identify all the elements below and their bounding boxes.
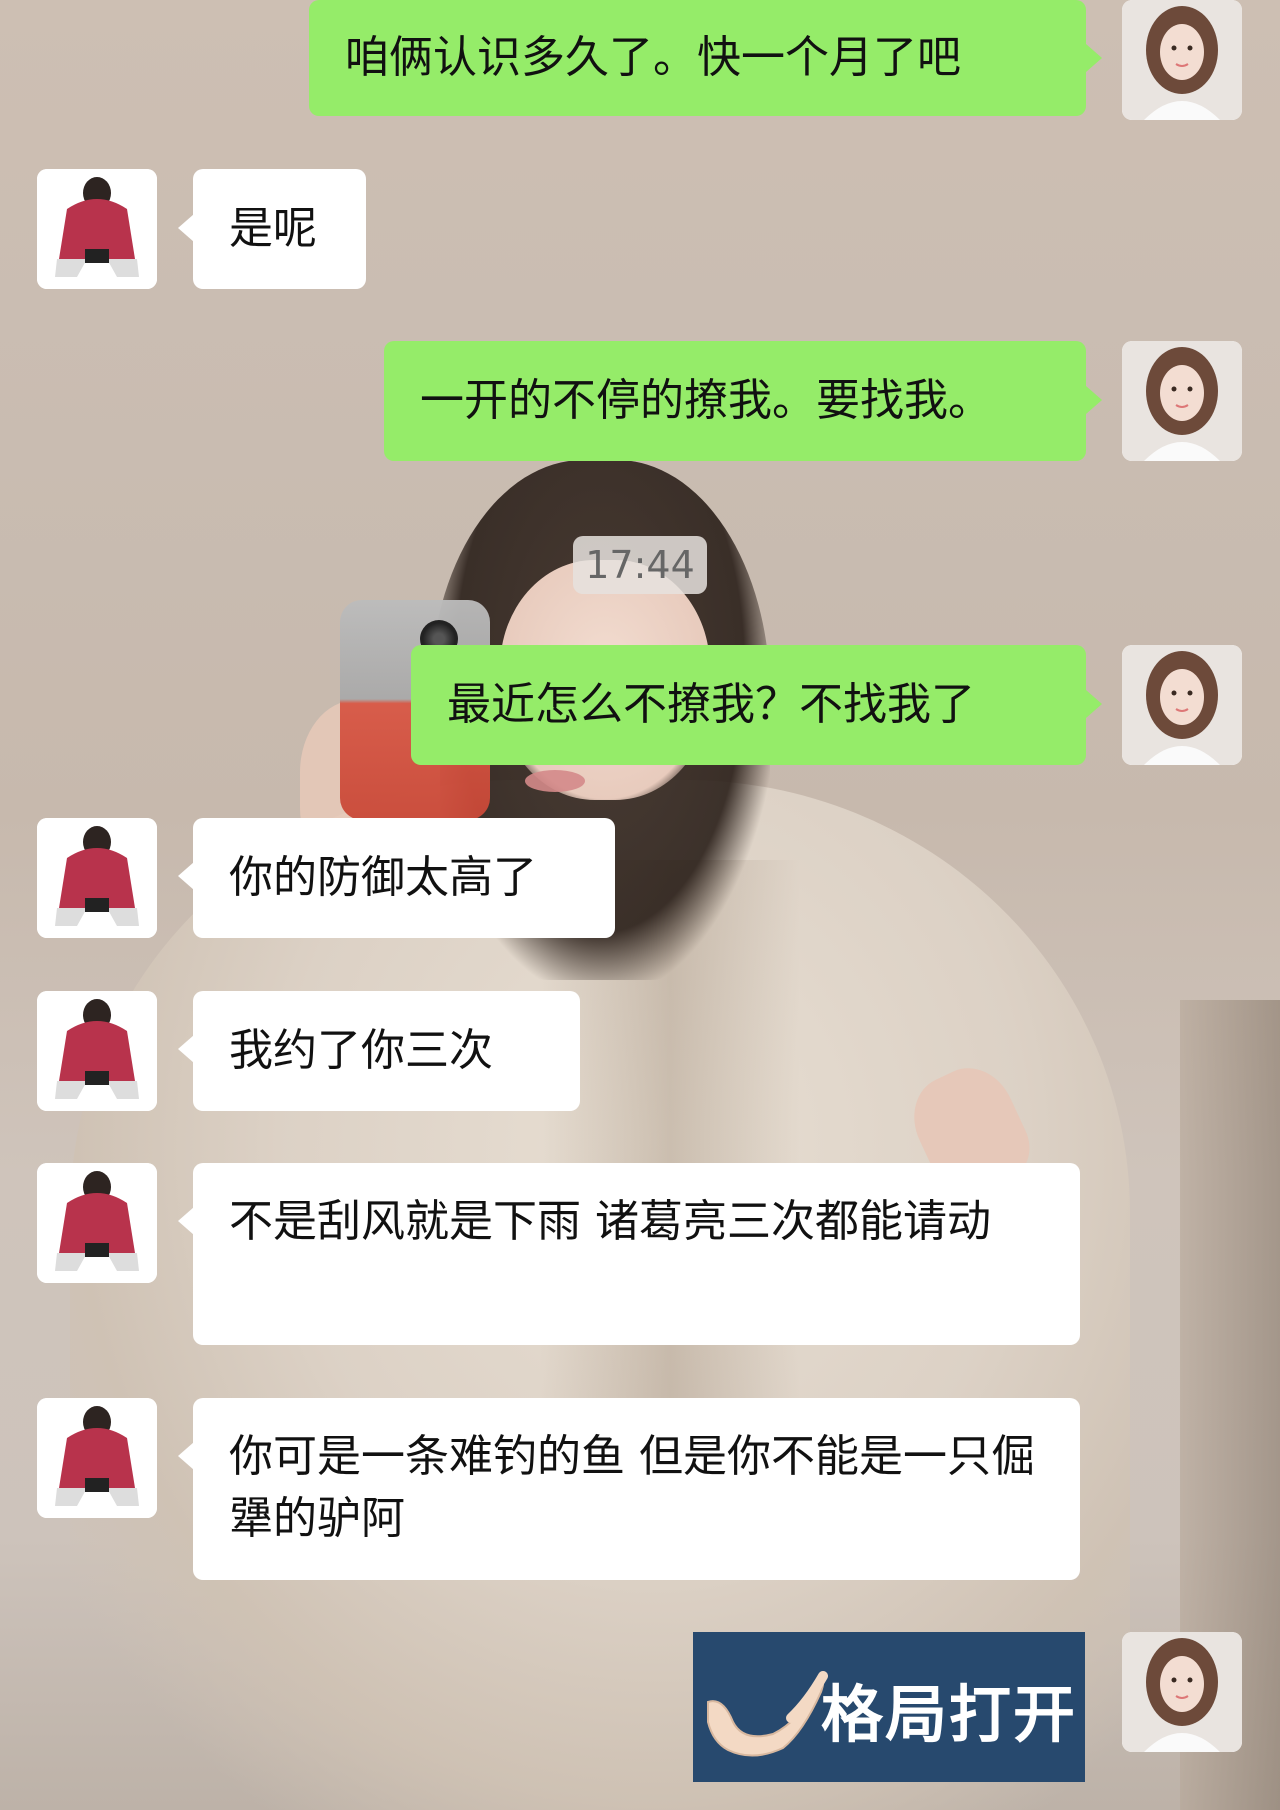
crouching-hoodie-avatar-icon <box>37 1163 157 1283</box>
crouching-hoodie-avatar-icon <box>37 1398 157 1518</box>
message-text: 你的防御太高了 <box>229 852 537 903</box>
woman-selfie-avatar-icon <box>1122 645 1242 765</box>
timestamp: 17:44 <box>573 536 707 594</box>
sticker-caption: 格局打开 <box>821 1678 1078 1751</box>
message-bubble-received[interactable]: 是呢 <box>193 169 366 289</box>
bubble-tail <box>178 862 194 890</box>
woman-selfie-avatar-icon <box>1122 341 1242 461</box>
bubble-tail <box>178 214 194 242</box>
woman-selfie-avatar-icon <box>1122 1632 1242 1752</box>
bubble-tail <box>1086 386 1102 414</box>
message-text: 不是刮风就是下雨 诸葛亮三次都能请动 <box>229 1196 991 1247</box>
open-hand-icon <box>707 1671 828 1757</box>
bubble-tail <box>1086 44 1102 72</box>
bubble-tail <box>178 1442 194 1470</box>
message-bubble-sent[interactable]: 咱俩认识多久了。快一个月了吧 <box>309 0 1086 116</box>
message-bubble-sent[interactable]: 最近怎么不撩我？不找我了 <box>411 645 1086 765</box>
woman-selfie-avatar-icon <box>1122 0 1242 120</box>
crouching-hoodie-avatar-icon <box>37 991 157 1111</box>
bubble-tail <box>1086 690 1102 718</box>
message-bubble-received[interactable]: 我约了你三次 <box>193 991 580 1111</box>
my-avatar[interactable] <box>1122 341 1242 461</box>
message-bubble-sent[interactable]: 一开的不停的撩我。要找我。 <box>384 341 1086 461</box>
my-avatar[interactable] <box>1122 1632 1242 1752</box>
contact-avatar[interactable] <box>37 1398 157 1518</box>
message-text: 咱俩认识多久了。快一个月了吧 <box>345 32 961 83</box>
crouching-hoodie-avatar-icon <box>37 169 157 289</box>
sticker-message[interactable]: 格局打开 <box>693 1632 1085 1782</box>
message-text: 是呢 <box>229 203 317 254</box>
message-text: 最近怎么不撩我？不找我了 <box>447 679 975 730</box>
message-text: 你可是一条难钓的鱼 但是你不能是一只倔犟的驴阿 <box>229 1431 1035 1544</box>
my-avatar[interactable] <box>1122 645 1242 765</box>
chat-view[interactable]: 咱俩认识多久了。快一个月了吧 是呢 一开的不停的撩我。要找我。 17:44 最近… <box>0 0 1280 1810</box>
crouching-hoodie-avatar-icon <box>37 818 157 938</box>
my-avatar[interactable] <box>1122 0 1242 120</box>
message-text: 一开的不停的撩我。要找我。 <box>420 375 992 426</box>
bubble-tail <box>178 1035 194 1063</box>
contact-avatar[interactable] <box>37 818 157 938</box>
message-bubble-received[interactable]: 你的防御太高了 <box>193 818 615 938</box>
message-text: 我约了你三次 <box>229 1025 493 1076</box>
message-bubble-received[interactable]: 你可是一条难钓的鱼 但是你不能是一只倔犟的驴阿 <box>193 1398 1080 1580</box>
contact-avatar[interactable] <box>37 991 157 1111</box>
bubble-tail <box>178 1207 194 1235</box>
contact-avatar[interactable] <box>37 169 157 289</box>
message-bubble-received[interactable]: 不是刮风就是下雨 诸葛亮三次都能请动 <box>193 1163 1080 1345</box>
contact-avatar[interactable] <box>37 1163 157 1283</box>
